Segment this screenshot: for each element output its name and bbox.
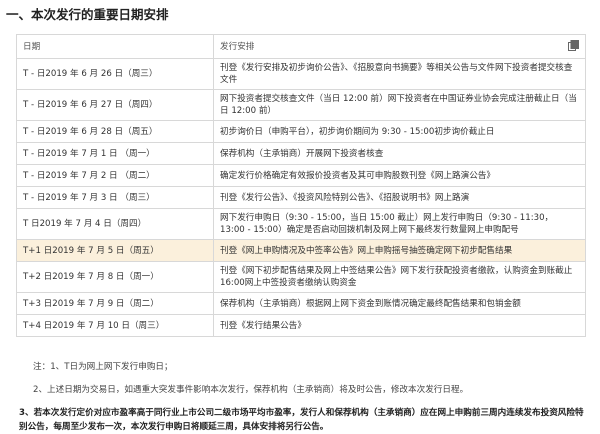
table-row: T+4 日2019 年 7 月 10 日（周三） 刊登《发行结果公告》 [16,314,586,337]
table-row: T+2 日2019 年 7 月 8 日（周一） 刊登《网下初步配售结果及网上中签… [16,261,586,293]
table-row: T - 日2019 年 7 月 2 日 （周二） 确定发行价格确定有效报价投资者… [16,164,586,187]
section-title: 一、本次发行的重要日期安排 [6,7,169,22]
date-cell: T - 日2019 年 7 月 2 日 （周二） [16,164,214,187]
date-cell: T - 日2019 年 7 月 1 日 （周一） [16,142,214,165]
table-header-row: 日期 发行安排 [16,34,586,59]
date-cell: T+3 日2019 年 7 月 9 日（周二） [16,292,214,315]
table-row: T+3 日2019 年 7 月 9 日（周二） 保荐机构（主承销商）根据网上网下… [16,292,586,315]
column-header-plan: 发行安排 [213,34,586,59]
date-cell: T - 日2019 年 6 月 27 日（周四） [16,89,214,121]
table-row: T - 日2019 年 6 月 28 日（周五） 初步询价日（申购平台），初步询… [16,120,586,143]
plan-cell: 保荐机构（主承销商）根据网上网下资金到账情况确定最终配售结果和包销金额 [213,292,586,315]
table-row: T 日2019 年 7 月 4 日（周四） 网下发行申购日（9:30 - 15:… [16,208,586,240]
note-2: 2、上述日期为交易日，如遇重大突发事件影响本次发行，保荐机构（主承销商）将及时公… [33,385,469,395]
plan-cell: 刊登《网上申购情况及中签率公告》网上申购摇号抽签确定网下初步配售结果 [213,239,586,262]
date-cell: T+4 日2019 年 7 月 10 日（周三） [16,314,214,337]
plan-cell: 刊登《发行公告》、《投资风险特别公告》、《招股说明书》网上路演 [213,186,586,209]
date-cell: T - 日2019 年 6 月 28 日（周五） [16,120,214,143]
copy-icon[interactable] [568,40,579,51]
plan-cell: 网下发行申购日（9:30 - 15:00，当日 15:00 截止）网上发行申购日… [213,208,586,240]
plan-cell: 刊登《发行安排及初步询价公告》、《招股意向书摘要》等相关公告与文件网下投资者提交… [213,58,586,90]
column-header-date: 日期 [16,34,214,59]
note-1: 注：1、T日为网上网下发行申购日； [33,362,173,372]
plan-cell: 确定发行价格确定有效报价投资者及其可申购股数刊登《网上路演公告》 [213,164,586,187]
table-row: T - 日2019 年 7 月 3 日 （周三） 刊登《发行公告》、《投资风险特… [16,186,586,209]
date-cell: T+1 日2019 年 7 月 5 日（周五） [16,239,214,262]
table-row: T - 日2019 年 6 月 26 日（周三） 刊登《发行安排及初步询价公告》… [16,58,586,90]
plan-cell: 保荐机构（主承销商）开展网下投资者核查 [213,142,586,165]
column-header-plan-label: 发行安排 [220,41,255,52]
date-cell: T - 日2019 年 6 月 26 日（周三） [16,58,214,90]
table-row: T - 日2019 年 7 月 1 日 （周一） 保荐机构（主承销商）开展网下投… [16,142,586,165]
table-row-highlighted: T+1 日2019 年 7 月 5 日（周五） 刊登《网上申购情况及中签率公告》… [16,239,586,262]
date-cell: T - 日2019 年 7 月 3 日 （周三） [16,186,214,209]
date-cell: T 日2019 年 7 月 4 日（周四） [16,208,214,240]
note-3: 3、若本次发行定价对应市盈率高于同行业上市公司二级市场平均市盈率，发行人和保荐机… [19,408,584,432]
plan-cell: 刊登《发行结果公告》 [213,314,586,337]
table-row: T - 日2019 年 6 月 27 日（周四） 网下投资者提交核查文件（当日 … [16,89,586,121]
plan-cell: 初步询价日（申购平台），初步询价期间为 9:30 - 15:00初步询价截止日 [213,120,586,143]
plan-cell: 刊登《网下初步配售结果及网上中签结果公告》网下发行获配投资者缴款，认购资金到账截… [213,261,586,293]
date-cell: T+2 日2019 年 7 月 8 日（周一） [16,261,214,293]
schedule-table: 日期 发行安排 T - 日2019 年 6 月 26 日（周三） 刊登《发行安排… [16,34,586,337]
plan-cell: 网下投资者提交核查文件（当日 12:00 前）网下投资者在中国证券业协会完成注册… [213,89,586,121]
